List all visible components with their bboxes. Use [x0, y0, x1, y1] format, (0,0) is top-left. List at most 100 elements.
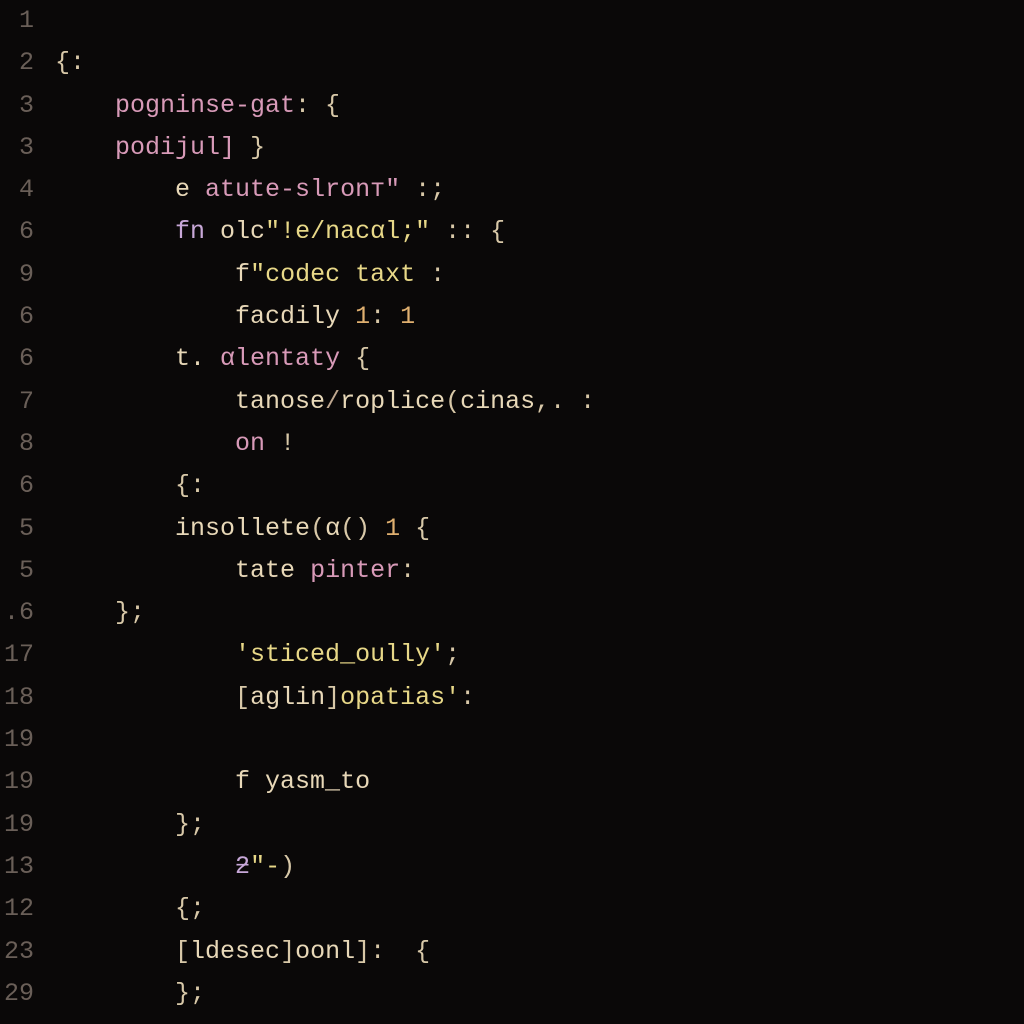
line-number: 13	[0, 846, 40, 888]
line-number: 6	[0, 338, 40, 380]
code-line[interactable]: [ldesec]oonl]: {	[40, 931, 1024, 973]
code-line[interactable]: ƻ"-)	[40, 846, 1024, 888]
code-line[interactable]	[40, 719, 1024, 761]
token: pogninse-gat	[115, 91, 295, 120]
code-line[interactable]: fn olc"!e/nacαl;" :: {	[40, 211, 1024, 253]
token: 1	[385, 514, 400, 543]
token: :	[400, 556, 415, 585]
token: {;	[175, 894, 205, 923]
token	[340, 344, 355, 373]
code-line[interactable]: {;	[40, 888, 1024, 930]
code-line[interactable]: f"codec taxt :	[40, 254, 1024, 296]
line-number: 4	[0, 169, 40, 211]
token: f	[235, 260, 250, 289]
token	[400, 514, 415, 543]
token: opatias'	[340, 683, 460, 712]
token: αlentaty	[220, 344, 340, 373]
token: ;	[445, 640, 460, 669]
token: [	[175, 937, 190, 966]
token: {	[355, 344, 370, 373]
code-line[interactable]: tate pinter:	[40, 550, 1024, 592]
token: olc	[220, 217, 265, 246]
token: }	[250, 133, 265, 162]
line-number: 29	[0, 973, 40, 1015]
token: ƻ	[235, 852, 250, 881]
token: "codec taxt	[250, 260, 430, 289]
code-line[interactable]: insollete(α() 1 {	[40, 508, 1024, 550]
token: !	[280, 429, 295, 458]
token: fn	[175, 217, 220, 246]
token: ]: {	[355, 937, 430, 966]
token: α	[325, 514, 340, 543]
token: ]	[325, 683, 340, 712]
line-number: 19	[0, 804, 40, 846]
line-number: 5	[0, 508, 40, 550]
token: roplice	[340, 387, 445, 416]
code-line[interactable]: {:	[40, 42, 1024, 84]
token: "!e/nacαl;"	[265, 217, 430, 246]
line-number-gutter: 12334696678655.617181919191312232926	[0, 0, 40, 1024]
token: tanose	[235, 387, 325, 416]
line-number: 8	[0, 423, 40, 465]
token: f yasm_to	[235, 767, 370, 796]
line-number: 26	[0, 1015, 40, 1024]
token: {	[415, 514, 430, 543]
line-number: 18	[0, 677, 40, 719]
token: ,. :	[535, 387, 595, 416]
token: };	[175, 979, 205, 1008]
line-number: 6	[0, 296, 40, 338]
line-number: 2	[0, 42, 40, 84]
token: on	[235, 429, 280, 458]
token: atute-slronт"	[205, 175, 400, 204]
code-line[interactable]: on !	[40, 423, 1024, 465]
code-line[interactable]: {;	[40, 1015, 1024, 1024]
token	[400, 175, 415, 204]
token: (	[445, 387, 460, 416]
token: pinter	[310, 556, 400, 585]
code-line[interactable]: t. αlentaty {	[40, 338, 1024, 380]
line-number: 6	[0, 465, 40, 507]
line-number: .6	[0, 592, 40, 634]
token: :;	[415, 175, 445, 204]
code-line[interactable]: pogninse-gat: {	[40, 85, 1024, 127]
token: podijul]	[115, 133, 235, 162]
token: /	[325, 387, 340, 416]
token: :	[430, 260, 445, 289]
code-line[interactable]: e atute-slronт" :;	[40, 169, 1024, 211]
code-editor-content[interactable]: {: pogninse-gat: { podijul] } e atute-sl…	[40, 0, 1024, 1024]
line-number: 5	[0, 550, 40, 592]
code-line[interactable]: facdily 1: 1	[40, 296, 1024, 338]
token: {:	[55, 48, 85, 77]
line-number: 12	[0, 888, 40, 930]
code-line[interactable]: };	[40, 973, 1024, 1015]
token: :: {	[445, 217, 505, 246]
code-line[interactable]: };	[40, 592, 1024, 634]
token: [	[235, 683, 250, 712]
token: :	[460, 683, 475, 712]
token: 1	[400, 302, 415, 331]
token: facdily	[235, 302, 355, 331]
line-number: 7	[0, 381, 40, 423]
line-number: 9	[0, 254, 40, 296]
token: insollete	[175, 514, 310, 543]
token: 'sticed_oully'	[235, 640, 445, 669]
code-line[interactable]: podijul] }	[40, 127, 1024, 169]
code-line[interactable]: [aglin]opatias':	[40, 677, 1024, 719]
code-line[interactable]: {:	[40, 465, 1024, 507]
token: ()	[340, 514, 385, 543]
token: ldesec	[190, 937, 280, 966]
code-line[interactable]: f yasm_to	[40, 761, 1024, 803]
token: : {	[295, 91, 340, 120]
token: tate	[235, 556, 310, 585]
code-line[interactable]: };	[40, 804, 1024, 846]
token	[430, 217, 445, 246]
code-line[interactable]: 'sticed_oully';	[40, 634, 1024, 676]
token: aglin	[250, 683, 325, 712]
token: {:	[175, 471, 205, 500]
code-line[interactable]	[40, 0, 1024, 42]
token: };	[175, 810, 205, 839]
token: e	[175, 175, 205, 204]
code-line[interactable]: tanose/roplice(cinas,. :	[40, 381, 1024, 423]
token: )	[280, 852, 295, 881]
token: (	[310, 514, 325, 543]
